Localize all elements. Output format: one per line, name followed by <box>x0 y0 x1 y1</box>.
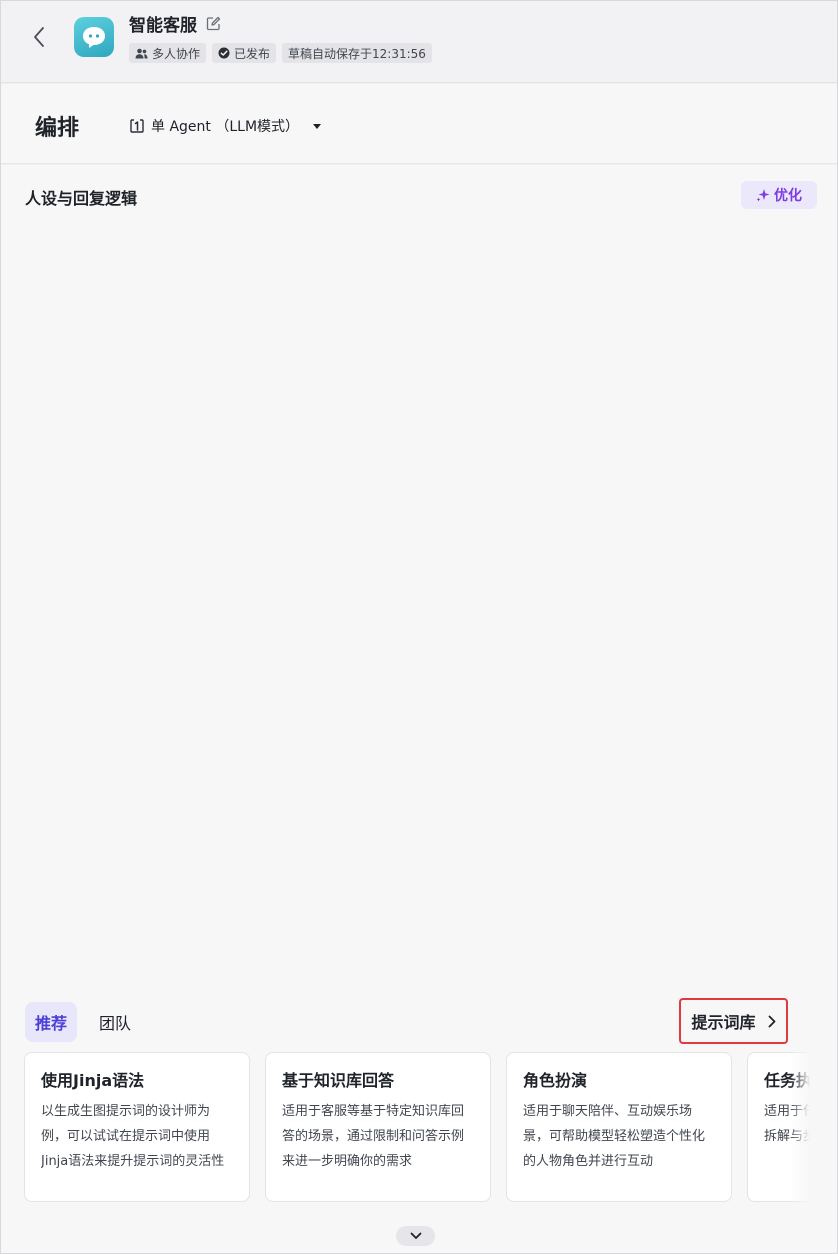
app-window: 智能客服 多人协作 已发布 草稿自动保存于12:31:56 编排 单 Agent… <box>0 0 838 1254</box>
top-bar: 智能客服 多人协作 已发布 草稿自动保存于12:31:56 <box>1 1 837 83</box>
editor-title: 人设与回复逻辑 <box>25 189 138 208</box>
tab-team-label: 团队 <box>99 1014 132 1033</box>
template-cards: 使用Jinja语法 以生成生图提示词的设计师为例，可以试试在提示词中使用Jinj… <box>24 1052 810 1204</box>
scroll-fade <box>790 1052 810 1204</box>
optimize-button[interactable]: 优化 <box>741 181 817 209</box>
chevron-right-icon <box>768 1015 775 1027</box>
tab-recommend[interactable]: 推荐 <box>25 1002 78 1042</box>
caret-down-icon <box>313 123 322 129</box>
autosave-label: 草稿自动保存于12:31:56 <box>288 46 426 61</box>
optimize-label: 优化 <box>774 188 802 204</box>
prompt-editor-area[interactable]: 人设与回复逻辑 优化 推荐 团队 提示词库 使用Jinja语法 以生成生图提示词 <box>1 165 837 1253</box>
edit-icon[interactable] <box>205 16 221 32</box>
published-tag: 已发布 <box>212 43 277 63</box>
card-desc: 以生成生图提示词的设计师为例，可以试试在提示词中使用Jinja语法来提升提示词的… <box>41 1104 225 1169</box>
card-desc: 适用于聊天陪伴、互动娱乐场景，可帮助模型轻松塑造个性化的人物角色并进行互动 <box>523 1104 706 1169</box>
collapse-button[interactable] <box>396 1226 435 1246</box>
agent-mode-icon <box>130 119 144 133</box>
prompt-library-label: 提示词库 <box>691 1013 756 1032</box>
card-desc: 适用于客服等基于特定知识库回答的场景，通过限制和问答示例来进一步明确你的需求 <box>282 1104 465 1169</box>
chevron-down-icon <box>410 1232 421 1239</box>
back-button[interactable] <box>27 23 51 51</box>
users-icon <box>135 48 148 58</box>
chevron-left-icon <box>34 27 44 47</box>
app-avatar <box>74 17 114 57</box>
published-label: 已发布 <box>234 46 271 61</box>
app-title-row: 智能客服 <box>129 11 221 36</box>
app-title: 智能客服 <box>129 16 197 36</box>
check-circle-icon <box>218 47 230 59</box>
card-title: 角色扮演 <box>523 1071 588 1090</box>
collab-label: 多人协作 <box>152 46 201 61</box>
tab-recommend-label: 推荐 <box>35 1014 68 1033</box>
section-title: 编排 <box>35 116 80 141</box>
card-title: 使用Jinja语法 <box>41 1071 145 1090</box>
tab-team[interactable]: 团队 <box>89 1002 141 1042</box>
template-card[interactable]: 使用Jinja语法 以生成生图提示词的设计师为例，可以试试在提示词中使用Jinj… <box>24 1052 250 1202</box>
collab-tag: 多人协作 <box>129 43 207 63</box>
agent-mode-select[interactable]: 单 Agent （LLM模式） <box>129 114 322 138</box>
autosave-tag: 草稿自动保存于12:31:56 <box>282 43 432 63</box>
sparkle-icon <box>756 189 770 202</box>
chat-bot-icon <box>83 27 105 48</box>
template-card[interactable]: 基于知识库回答 适用于客服等基于特定知识库回答的场景，通过限制和问答示例来进一步… <box>265 1052 491 1202</box>
section-bar: 编排 单 Agent （LLM模式） <box>1 84 837 164</box>
prompt-library-link[interactable]: 提示词库 <box>679 998 788 1044</box>
template-card[interactable]: 角色扮演 适用于聊天陪伴、互动娱乐场景，可帮助模型轻松塑造个性化的人物角色并进行… <box>506 1052 732 1202</box>
card-title: 基于知识库回答 <box>282 1071 395 1090</box>
status-tags: 多人协作 已发布 草稿自动保存于12:31:56 <box>129 43 432 63</box>
agent-mode-label: 单 Agent （LLM模式） <box>151 119 300 135</box>
